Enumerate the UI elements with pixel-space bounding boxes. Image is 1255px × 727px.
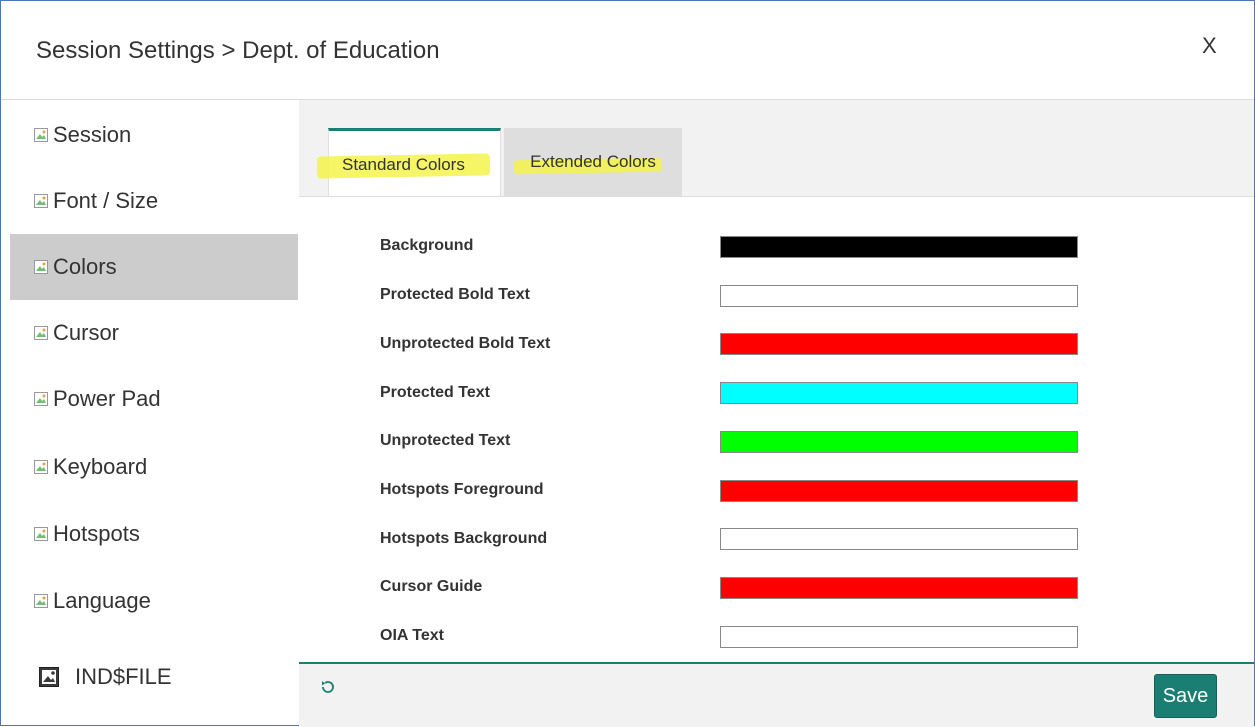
broken-image-icon — [33, 259, 49, 275]
color-swatch-unprotected-text[interactable] — [720, 431, 1078, 453]
sidebar-item-label: Colors — [53, 254, 117, 279]
tab-extended-colors[interactable]: Extended Colors — [504, 128, 682, 196]
dialog-title: Session Settings > Dept. of Education — [36, 37, 440, 64]
color-swatch-unprotected-bold-text[interactable] — [720, 333, 1078, 355]
sidebar-item-font-size[interactable]: Font / Size — [10, 168, 298, 234]
sidebar-item-label: Language — [53, 588, 151, 613]
color-label-hotspots-foreground: Hotspots Foreground — [380, 481, 544, 498]
broken-image-icon — [33, 526, 49, 542]
reset-icon[interactable] — [319, 678, 337, 702]
sidebar-item-hotspots[interactable]: Hotspots — [10, 501, 298, 567]
color-swatch-cursor-guide[interactable] — [720, 577, 1078, 599]
color-label-background: Background — [380, 237, 474, 254]
sidebar-item-label: Power Pad — [53, 386, 161, 411]
color-swatch-background[interactable] — [720, 236, 1078, 258]
color-swatch-protected-bold-text[interactable] — [720, 285, 1078, 307]
color-label-unprotected-text: Unprotected Text — [380, 432, 511, 449]
tab-label: Extended Colors — [530, 151, 656, 171]
color-label-unprotected-bold-text: Unprotected Bold Text — [380, 335, 551, 352]
standard-colors-panel: Background Protected Bold Text Unprotect… — [299, 197, 1254, 662]
sidebar-item-keyboard[interactable]: Keyboard — [10, 434, 298, 500]
sidebar-item-session[interactable]: Session — [10, 102, 298, 168]
sidebar-item-language[interactable]: Language — [10, 568, 298, 634]
sidebar-item-label: IND$FILE — [75, 664, 172, 689]
settings-content: Standard Colors Extended Colors Backgrou… — [299, 100, 1254, 727]
dialog-header: Session Settings > Dept. of Education X — [1, 1, 1254, 100]
dialog-footer: Save — [299, 662, 1254, 727]
color-label-hotspots-background: Hotspots Background — [380, 530, 548, 547]
broken-image-icon — [33, 459, 49, 475]
color-label-oia-text: OIA Text — [380, 627, 445, 644]
color-label-protected-text: Protected Text — [380, 384, 490, 401]
broken-image-icon — [33, 325, 49, 341]
broken-image-icon — [33, 391, 49, 407]
color-label-cursor-guide: Cursor Guide — [380, 578, 483, 595]
session-settings-dialog: Session Settings > Dept. of Education X … — [0, 0, 1255, 727]
close-button[interactable]: X — [1202, 33, 1217, 59]
broken-image-icon — [33, 193, 49, 209]
sidebar-item-label: Keyboard — [53, 454, 148, 479]
sidebar-item-ind-file[interactable]: IND$FILE — [10, 644, 298, 710]
color-swatch-oia-text[interactable] — [720, 626, 1078, 648]
color-swatch-protected-text[interactable] — [720, 382, 1078, 404]
broken-image-icon — [33, 127, 49, 143]
sidebar-item-cursor[interactable]: Cursor — [10, 300, 298, 366]
sidebar-item-label: Hotspots — [53, 521, 140, 546]
sidebar-item-label: Session — [53, 122, 132, 147]
sidebar-item-label: Cursor — [53, 320, 120, 345]
file-transfer-icon — [39, 667, 59, 687]
tab-label: Standard Colors — [342, 155, 465, 174]
color-label-protected-bold-text: Protected Bold Text — [380, 286, 530, 303]
save-button[interactable]: Save — [1154, 674, 1217, 718]
sidebar-item-label: Font / Size — [53, 188, 159, 213]
settings-sidebar: Session Font / Size Colors Cursor Power — [10, 100, 298, 725]
color-swatch-hotspots-background[interactable] — [720, 528, 1078, 550]
color-swatch-hotspots-foreground[interactable] — [720, 480, 1078, 502]
broken-image-icon — [33, 593, 49, 609]
color-tabs: Standard Colors Extended Colors — [299, 100, 1254, 197]
sidebar-item-colors[interactable]: Colors — [10, 234, 298, 300]
sidebar-item-power-pad[interactable]: Power Pad — [10, 366, 298, 432]
tab-standard-colors[interactable]: Standard Colors — [316, 128, 501, 196]
